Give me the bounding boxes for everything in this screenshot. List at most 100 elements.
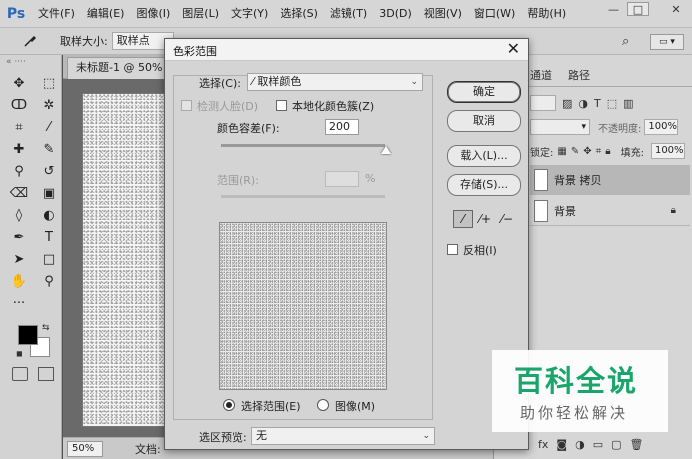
menu-edit[interactable]: 编辑(E) xyxy=(81,0,131,27)
tab-paths[interactable]: 路径 xyxy=(560,65,598,87)
opacity-field[interactable]: 100% xyxy=(644,119,679,135)
marquee-tool-icon[interactable]: ⬚ xyxy=(36,73,62,93)
type-tool-icon[interactable]: T xyxy=(36,227,62,247)
select-label: 选择(C): xyxy=(199,77,241,90)
hand-tool-icon[interactable]: ✋ xyxy=(6,271,32,291)
menu-view[interactable]: 视图(V) xyxy=(418,0,468,27)
layer-name: 背景 xyxy=(554,204,576,218)
menu-filter[interactable]: 滤镜(T) xyxy=(324,0,373,27)
lock-position-icon[interactable]: ✥ xyxy=(583,146,591,157)
layer-row-background[interactable]: 背景 🔒︎ xyxy=(530,196,690,226)
toolbar-collapse-icon[interactable]: « ···· xyxy=(0,55,61,73)
image-radio[interactable] xyxy=(317,399,329,411)
eraser-tool-icon[interactable]: ⌫ xyxy=(6,183,32,203)
lock-pixels-icon[interactable]: ▦ xyxy=(557,146,566,157)
foreground-color-swatch[interactable] xyxy=(18,325,38,345)
default-colors-icon[interactable]: ◼ xyxy=(16,349,23,358)
zoom-field[interactable]: 50% xyxy=(67,441,103,457)
range-input xyxy=(325,171,359,187)
pen-tool-icon[interactable]: ✒ xyxy=(6,227,32,247)
watermark-title: 百科全说 xyxy=(514,364,639,398)
fill-field[interactable]: 100% xyxy=(650,143,685,159)
shape-filter-icon[interactable]: ⬚ xyxy=(607,97,617,110)
document-canvas[interactable] xyxy=(82,93,166,427)
invert-checkbox[interactable] xyxy=(447,244,458,255)
lock-paint-icon[interactable]: ✎ xyxy=(571,146,579,157)
selection-preview-value: 无 xyxy=(256,429,267,442)
menu-3d[interactable]: 3D(D) xyxy=(373,0,418,27)
lasso-tool-icon[interactable]: ↀ xyxy=(6,95,32,115)
opacity-label: 不透明度: xyxy=(598,123,642,135)
blur-tool-icon[interactable]: ◊ xyxy=(6,205,32,225)
eyedropper-icon[interactable]: ⁄ xyxy=(36,117,62,137)
range-unit: % xyxy=(365,172,376,185)
ok-button[interactable]: 确定 xyxy=(447,81,521,103)
eyedropper-icon[interactable]: ⁄ xyxy=(453,210,473,228)
range-slider xyxy=(221,195,385,198)
lock-all-icon[interactable]: 🔒︎ xyxy=(605,146,610,157)
smart-filter-icon[interactable]: ▥ xyxy=(623,97,633,110)
workspace-switcher[interactable]: ▭ ▾ xyxy=(650,34,684,50)
more-tools-icon[interactable]: ··· xyxy=(6,293,32,313)
swap-colors-icon[interactable]: ⇆ xyxy=(42,323,50,333)
healing-brush-icon[interactable]: ✚ xyxy=(6,139,32,159)
layer-filter-select[interactable] xyxy=(530,95,556,111)
eyedropper-plus-icon[interactable]: ⁄+ xyxy=(475,210,495,228)
zoom-tool-icon[interactable]: ⚲ xyxy=(36,271,62,291)
image-filter-icon[interactable]: ▨ xyxy=(562,97,572,110)
selection-radio[interactable] xyxy=(223,399,235,411)
clone-stamp-icon[interactable]: ⚲ xyxy=(6,161,32,181)
brush-tool-icon[interactable]: ✎ xyxy=(36,139,62,159)
fx-icon[interactable]: fx xyxy=(538,438,548,451)
menu-type[interactable]: 文字(Y) xyxy=(225,0,274,27)
eyedropper-tool-icon[interactable] xyxy=(22,33,38,49)
menu-image[interactable]: 图像(I) xyxy=(130,0,176,27)
detect-faces-checkbox[interactable] xyxy=(181,100,192,111)
layer-thumbnail xyxy=(534,199,548,222)
menu-file[interactable]: 文件(F) xyxy=(32,0,81,27)
select-dropdown[interactable]: ⁄ 取样颜色 ⌄ xyxy=(247,73,423,91)
move-tool-icon[interactable]: ✥ xyxy=(6,73,32,93)
selection-preview[interactable] xyxy=(219,222,387,390)
menu-window[interactable]: 窗口(W) xyxy=(468,0,521,27)
dialog-titlebar[interactable]: 色彩范围 ✕ xyxy=(165,39,528,61)
menu-layer[interactable]: 图层(L) xyxy=(176,0,225,27)
new-layer-icon[interactable]: ▢ xyxy=(611,438,621,451)
close-icon[interactable]: ✕ xyxy=(507,40,520,58)
save-button[interactable]: 存储(S)... xyxy=(447,174,521,196)
cancel-button[interactable]: 取消 xyxy=(447,110,521,132)
adjustment-filter-icon[interactable]: ◑ xyxy=(578,97,588,110)
minimize-button[interactable]: — xyxy=(600,0,627,18)
lock-label: 锁定: xyxy=(530,147,554,159)
load-button[interactable]: 载入(L)... xyxy=(447,145,521,167)
rectangle-tool-icon[interactable]: □ xyxy=(36,249,62,269)
localized-clusters-checkbox[interactable] xyxy=(276,100,287,111)
search-icon[interactable]: ⌕ xyxy=(622,34,629,49)
crop-tool-icon[interactable]: ⌗ xyxy=(6,117,32,137)
fuzziness-input[interactable]: 200 xyxy=(325,119,359,135)
document-tab[interactable]: 未标题-1 @ 50% (背 xyxy=(67,57,177,79)
selection-preview-select[interactable]: 无 ⌄ xyxy=(251,427,435,445)
lock-artboard-icon[interactable]: ⌗ xyxy=(596,146,602,157)
dodge-tool-icon[interactable]: ◐ xyxy=(36,205,62,225)
maximize-button[interactable]: □ xyxy=(627,2,649,16)
adjustment-layer-icon[interactable]: ◑ xyxy=(575,438,585,451)
menu-select[interactable]: 选择(S) xyxy=(274,0,324,27)
group-icon[interactable]: ▭ xyxy=(593,438,603,451)
type-filter-icon[interactable]: T xyxy=(594,97,601,110)
magic-wand-tool-icon[interactable]: ✲ xyxy=(36,95,62,115)
fuzziness-slider-thumb[interactable] xyxy=(381,146,391,154)
trash-icon[interactable]: 🗑︎ xyxy=(630,438,644,451)
gradient-tool-icon[interactable]: ▣ xyxy=(36,183,62,203)
screen-mode-icon[interactable] xyxy=(38,367,54,381)
eyedropper-minus-icon[interactable]: ⁄− xyxy=(497,210,517,228)
close-window-button[interactable]: ✕ xyxy=(660,0,692,18)
blend-mode-select[interactable]: ▾ xyxy=(530,119,590,135)
layer-row-background-copy[interactable]: 背景 拷贝 xyxy=(530,165,690,195)
quick-mask-icon[interactable] xyxy=(12,367,28,381)
path-selection-icon[interactable]: ➤ xyxy=(6,249,32,269)
fuzziness-slider[interactable] xyxy=(221,144,385,147)
mask-icon[interactable]: ◙ xyxy=(556,438,567,451)
history-brush-icon[interactable]: ↺ xyxy=(36,161,62,181)
menu-help[interactable]: 帮助(H) xyxy=(521,0,572,27)
